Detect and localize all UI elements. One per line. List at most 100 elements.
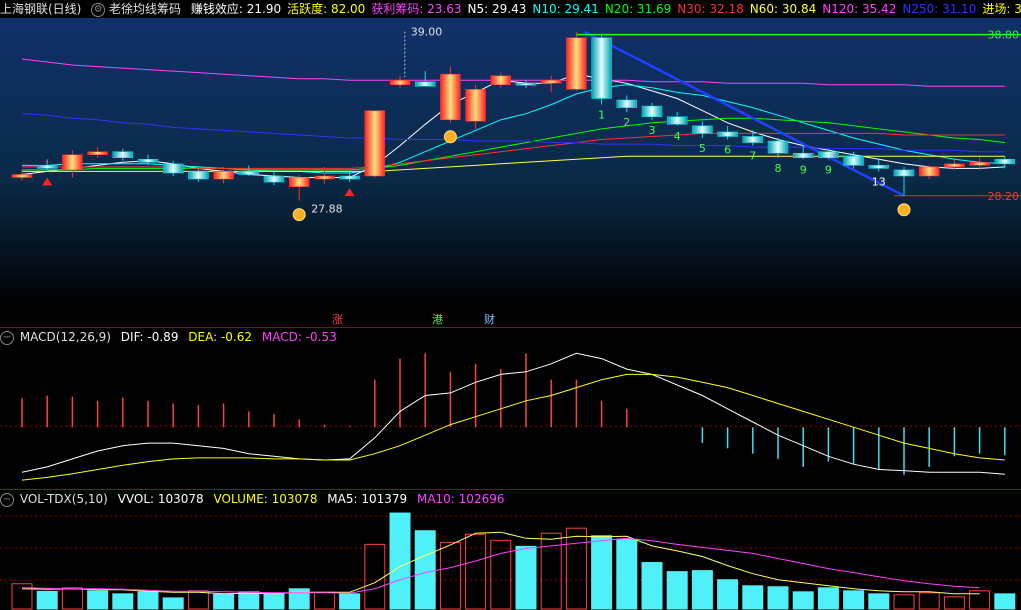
candle-body	[566, 37, 587, 90]
candle-body	[692, 125, 713, 134]
volume-bar	[263, 593, 285, 610]
candle-body	[213, 171, 234, 180]
count-label: 4	[674, 130, 681, 143]
low-label: 27.88	[311, 203, 343, 216]
candle-body	[188, 171, 209, 180]
volume-bar	[918, 592, 940, 610]
volume-chart[interactable]	[0, 490, 1021, 610]
candle-body	[717, 131, 738, 137]
volume-bar	[490, 539, 512, 610]
volume-bar	[843, 590, 865, 610]
candle-body	[339, 175, 360, 180]
candle-body	[969, 162, 990, 166]
volume-bar	[162, 597, 184, 610]
price-chart[interactable]: 38.80 28.20 39.00 27.88 1 2 3 4 5 6 7 8 9 9 13	[0, 0, 1021, 328]
count-label: 2	[623, 116, 630, 129]
candle-body	[364, 110, 386, 177]
volume-bar	[238, 591, 260, 610]
volume-bar	[868, 593, 890, 610]
candle-body	[918, 166, 940, 177]
volume-bar	[465, 533, 487, 610]
candle-body	[414, 81, 436, 87]
volume-bar	[717, 579, 739, 610]
volume-bar	[742, 585, 764, 610]
volume-bar	[540, 532, 562, 610]
volume-bar	[994, 593, 1016, 610]
tag-zhang[interactable]: 涨	[330, 313, 345, 327]
volume-bar	[893, 594, 915, 610]
volume-bar	[767, 586, 789, 610]
volume-bar	[187, 590, 209, 610]
count-label: 6	[724, 144, 731, 157]
dif-line	[21, 352, 1005, 475]
dea-line	[21, 373, 1005, 481]
count-label: 5	[699, 142, 706, 155]
money-bag-icon	[292, 208, 306, 222]
volume-bar	[792, 591, 814, 610]
volume-bar	[616, 538, 638, 610]
volume-bar	[414, 530, 436, 610]
macd-chart[interactable]	[0, 328, 1021, 490]
volume-bar	[313, 591, 335, 610]
candle-body	[843, 155, 864, 166]
candle[interactable]	[440, 66, 461, 123]
candle-body	[818, 151, 839, 159]
volume-bar	[137, 591, 159, 610]
candle-body	[490, 75, 512, 86]
candle-body	[742, 136, 764, 143]
count-label: 13	[872, 175, 886, 188]
high-label: 39.00	[411, 26, 443, 39]
volume-bar	[61, 587, 83, 610]
candle-body	[465, 89, 486, 122]
money-bag-icon	[897, 203, 911, 217]
volume-bar	[666, 571, 688, 610]
candle-body	[137, 159, 159, 163]
volume-bar	[112, 593, 134, 610]
price-label-bottom: 28.20	[988, 190, 1020, 203]
count-label: 3	[649, 124, 656, 137]
candle-body	[112, 151, 134, 159]
candle-body	[288, 177, 310, 187]
candle-body	[440, 73, 461, 121]
candle-body	[36, 165, 58, 169]
volume-bar	[36, 590, 58, 610]
tag-cai[interactable]: 财	[482, 313, 497, 327]
money-bag-icon	[443, 130, 457, 144]
candle-body	[314, 175, 335, 180]
candle[interactable]	[364, 110, 386, 178]
candle-body	[238, 171, 260, 175]
count-label: 9	[800, 163, 807, 176]
candle-body	[792, 152, 814, 159]
candle-body	[616, 99, 638, 108]
candle-body	[515, 83, 537, 86]
candle-body	[389, 79, 411, 86]
candle-body	[868, 165, 890, 169]
volume-bar	[87, 590, 109, 610]
volume-bar	[389, 512, 411, 610]
count-label: 1	[598, 109, 605, 122]
candle-body	[591, 37, 612, 99]
vol-ma5-line	[21, 531, 980, 595]
volume-bar	[364, 543, 386, 610]
candle-body	[263, 175, 285, 183]
candle-body	[540, 79, 562, 84]
price-label-top: 38.80	[988, 29, 1020, 42]
volume-bar	[515, 545, 537, 610]
volume-bar	[817, 587, 839, 610]
candle-body	[87, 151, 108, 155]
count-label: 9	[825, 163, 832, 176]
volume-bar	[339, 593, 361, 610]
candle-body	[944, 163, 965, 168]
volume-bar	[691, 570, 713, 610]
volume-bar	[213, 593, 235, 610]
candle[interactable]	[591, 34, 612, 105]
count-label: 8	[775, 162, 782, 175]
candle-body	[641, 105, 663, 117]
candle-body	[994, 159, 1016, 165]
candle-body	[162, 163, 184, 174]
volume-bar	[565, 527, 587, 610]
candle[interactable]	[566, 31, 587, 91]
volume-bar	[943, 596, 965, 610]
tag-gang[interactable]: 港	[430, 313, 445, 327]
count-label: 7	[749, 150, 756, 163]
